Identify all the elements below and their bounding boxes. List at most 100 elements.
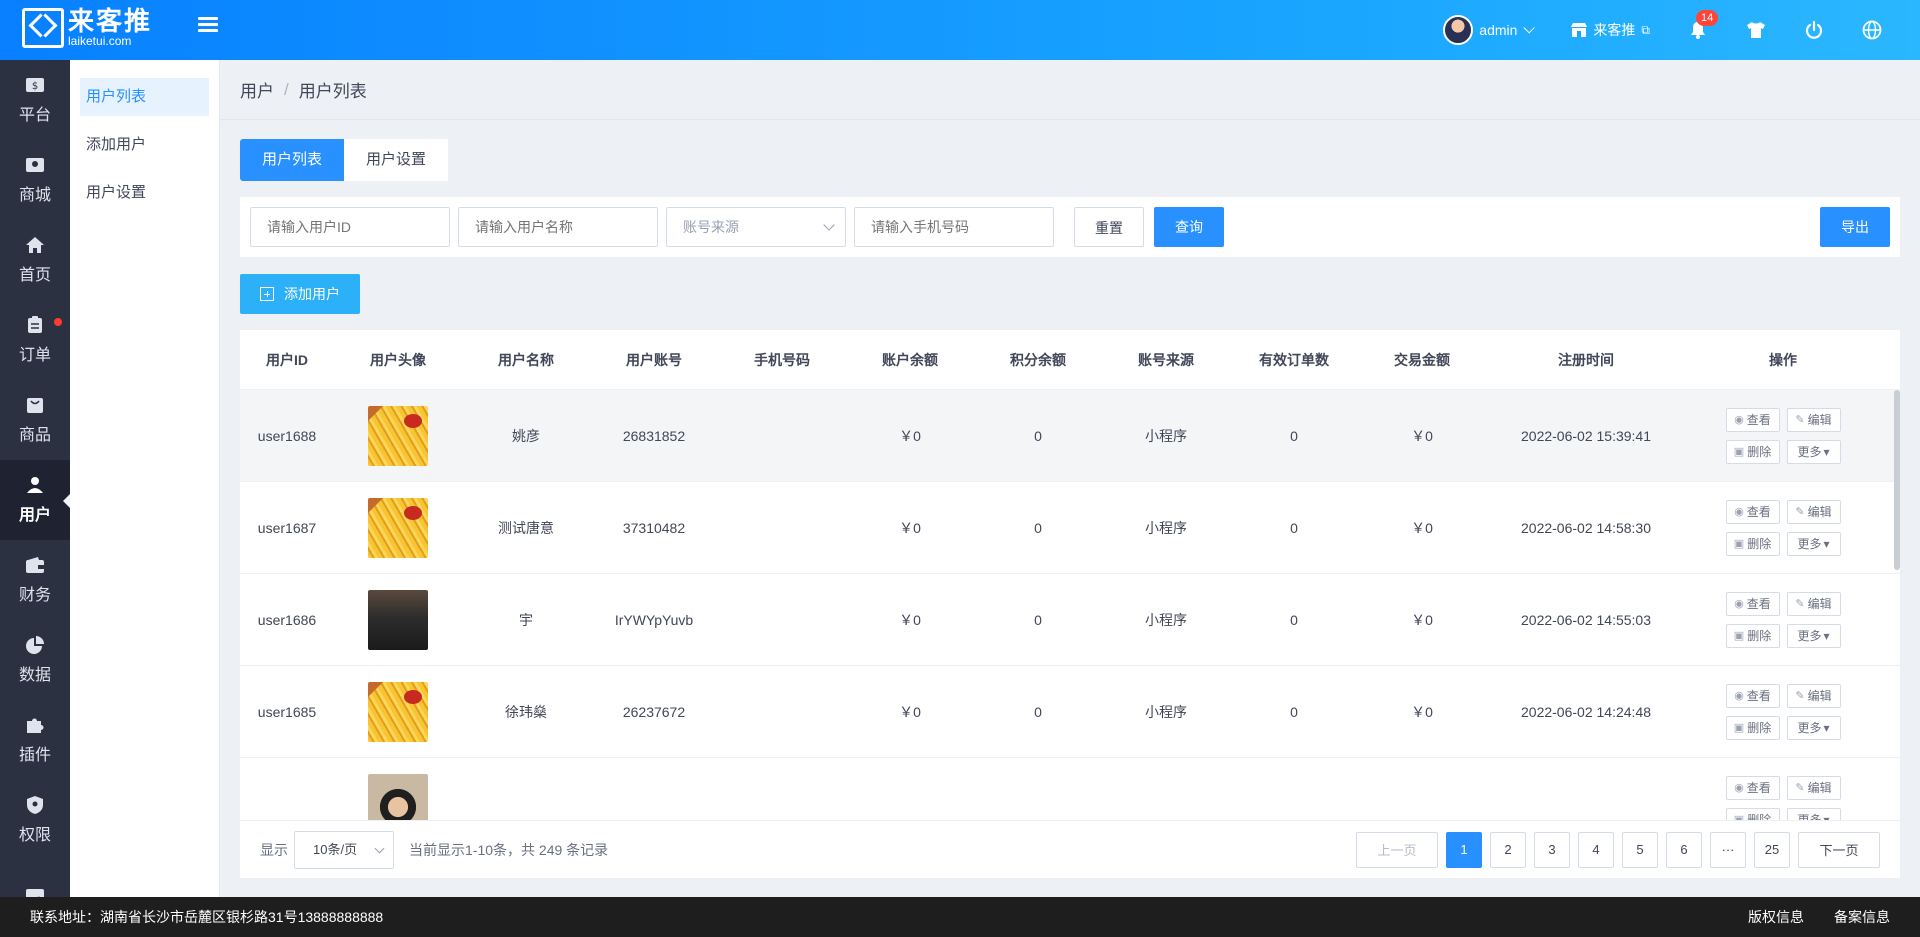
page-button[interactable]: 1 <box>1446 831 1482 868</box>
view-button[interactable]: ◉ 查看 <box>1725 499 1780 524</box>
sidebar-item-goods[interactable]: 商品 <box>0 380 70 460</box>
more-button[interactable]: 更多 ▾ <box>1786 715 1841 740</box>
page-button[interactable]: 5 <box>1622 831 1658 868</box>
column-header: 用户头像 <box>370 351 426 368</box>
table-body: user1688 姚彦 26831852 ￥0 0 小程序 0 ￥0 2022-06-02 15… <box>240 390 1900 820</box>
query-button[interactable]: 查询 <box>1154 207 1224 247</box>
view-button[interactable]: ◉ 查看 <box>1725 683 1780 708</box>
record-summary: 当前显示1-10条，共 249 条记录 <box>409 841 609 858</box>
next-page-button[interactable]: 下一页 <box>1798 831 1880 868</box>
view-button[interactable]: ◉ 查看 <box>1725 775 1780 800</box>
sidebar-item-mall[interactable]: 商城 <box>0 140 70 220</box>
logout-button[interactable] <box>1804 20 1824 40</box>
phone-input[interactable] <box>854 207 1054 247</box>
column-header: 账号来源 <box>1138 351 1194 368</box>
tab-user-settings[interactable]: 用户设置 <box>344 139 448 181</box>
page-button[interactable]: 4 <box>1578 831 1614 868</box>
cell-balance: ￥0 <box>899 611 921 628</box>
sidebar-item-data[interactable]: 数据 <box>0 620 70 700</box>
user-subnav: 用户列表 添加用户 用户设置 <box>70 60 220 897</box>
account-source-placeholder: 账号来源 <box>683 219 739 235</box>
icp-link[interactable]: 备案信息 <box>1834 907 1890 927</box>
delete-button[interactable]: ▣ 删除 <box>1725 807 1780 820</box>
page-button[interactable]: 3 <box>1534 831 1570 868</box>
breadcrumb-separator: / <box>284 79 289 99</box>
delete-button[interactable]: ▣ 删除 <box>1725 531 1780 556</box>
page-button[interactable]: 25 <box>1754 831 1790 868</box>
subnav-user-list[interactable]: 用户列表 <box>80 78 209 116</box>
tab-user-list[interactable]: 用户列表 <box>240 139 344 181</box>
more-label: 更多 <box>1797 813 1822 820</box>
cell-balance: ￥0 <box>899 519 921 536</box>
edit-button[interactable]: ✎ 编辑 <box>1786 407 1841 432</box>
cell-amount: ￥0 <box>1411 703 1433 720</box>
page-button[interactable]: ··· <box>1710 831 1746 868</box>
theme-button[interactable] <box>1746 20 1766 40</box>
delete-button[interactable]: ▣ 删除 <box>1725 623 1780 648</box>
table-row[interactable]: user1686 宇 IrYWYpYuvb ￥0 0 小程序 0 ￥0 2022-06-02 1… <box>240 574 1900 666</box>
cell-account: 26237672 <box>622 703 686 720</box>
subnav-user-settings[interactable]: 用户设置 <box>80 174 209 212</box>
edit-button[interactable]: ✎ 编辑 <box>1786 775 1841 800</box>
sidebar-item-plugin[interactable]: 插件 <box>0 700 70 780</box>
delete-button[interactable]: ▣ 删除 <box>1725 439 1780 464</box>
page-buttons: 上一页 1 2 3 4 5 6 ··· 25 下一页 <box>1348 831 1880 868</box>
sidebar-item-user[interactable]: 用户 <box>0 460 70 540</box>
user-id-input[interactable] <box>250 207 450 247</box>
sidebar-item-label: 商城 <box>18 187 51 204</box>
copyright-link[interactable]: 版权信息 <box>1748 907 1804 927</box>
table-row[interactable]: user1687 测试唐意 37310482 ￥0 0 小程序 0 ￥0 2022-06-02 … <box>240 482 1900 574</box>
column-header: 账户余额 <box>882 351 938 368</box>
sidebar-item-label: 订单 <box>18 347 51 364</box>
power-icon <box>1804 20 1824 40</box>
more-button[interactable]: 更多 ▾ <box>1786 531 1841 556</box>
column-header: 操作 <box>1769 351 1797 368</box>
page-button[interactable]: 6 <box>1666 831 1702 868</box>
cell-name: 测试唐意 <box>498 519 554 536</box>
table-row[interactable]: ◉ 查看 ✎ 编辑 ▣ 删除 更多 ▾ <box>240 758 1900 820</box>
sidebar-item-home[interactable]: 首页 <box>0 220 70 300</box>
export-button[interactable]: 导出 <box>1820 207 1890 247</box>
sidebar-item-platform[interactable]: $ 平台 <box>0 60 70 140</box>
table-row[interactable]: user1688 姚彦 26831852 ￥0 0 小程序 0 ￥0 2022-06-02 15… <box>240 390 1900 482</box>
table-scrollbar[interactable] <box>1894 390 1900 570</box>
more-button[interactable]: 更多 ▾ <box>1786 623 1841 648</box>
view-label: 查看 <box>1746 689 1771 703</box>
delete-button[interactable]: ▣ 删除 <box>1725 715 1780 740</box>
sidebar-item-permission[interactable]: 权限 <box>0 780 70 860</box>
user-menu[interactable]: admin <box>1443 15 1536 45</box>
language-button[interactable] <box>1862 20 1882 40</box>
breadcrumb-root[interactable]: 用户 <box>240 77 274 102</box>
avatar-cell <box>334 405 462 466</box>
edit-button[interactable]: ✎ 编辑 <box>1786 499 1841 524</box>
notifications[interactable]: 14 <box>1688 10 1719 40</box>
username: admin <box>1479 22 1518 38</box>
page-button[interactable]: 2 <box>1490 831 1526 868</box>
table-row[interactable]: user1685 徐玮燊 26237672 ￥0 0 小程序 0 ￥0 2022-06-02 1… <box>240 666 1900 758</box>
sidebar-item-finance[interactable]: 财务 <box>0 540 70 620</box>
reset-button[interactable]: 重置 <box>1074 207 1144 247</box>
view-button[interactable]: ◉ 查看 <box>1725 591 1780 616</box>
edit-button[interactable]: ✎ 编辑 <box>1786 591 1841 616</box>
more-button[interactable]: 更多 ▾ <box>1786 807 1841 820</box>
cell-source: 小程序 <box>1145 611 1187 628</box>
pie-chart-icon <box>24 635 46 655</box>
add-user-button[interactable]: 添加用户 <box>240 274 360 314</box>
view-button[interactable]: ◉ 查看 <box>1725 407 1780 432</box>
sidebar-item-media[interactable] <box>0 860 70 897</box>
view-label: 查看 <box>1746 413 1771 427</box>
sidebar-item-order[interactable]: 订单 <box>0 300 70 380</box>
prev-page-button[interactable]: 上一页 <box>1356 831 1438 868</box>
user-name-input[interactable] <box>458 207 658 247</box>
brand-name: 来客推 <box>68 6 153 36</box>
account-source-select[interactable]: 账号来源 <box>666 207 846 247</box>
more-button[interactable]: 更多 ▾ <box>1786 439 1841 464</box>
store-link[interactable]: 来客推 ⧉ <box>1569 20 1650 40</box>
edit-button[interactable]: ✎ 编辑 <box>1786 683 1841 708</box>
brand-logo[interactable]: 来客推 laiketui.com <box>22 8 152 48</box>
column-header: 用户账号 <box>626 351 682 368</box>
menu-toggle-icon[interactable] <box>198 17 218 35</box>
subnav-add-user[interactable]: 添加用户 <box>80 126 209 164</box>
cell-orders: 0 <box>1290 611 1298 628</box>
page-size-select[interactable]: 10条/页 <box>294 830 394 869</box>
